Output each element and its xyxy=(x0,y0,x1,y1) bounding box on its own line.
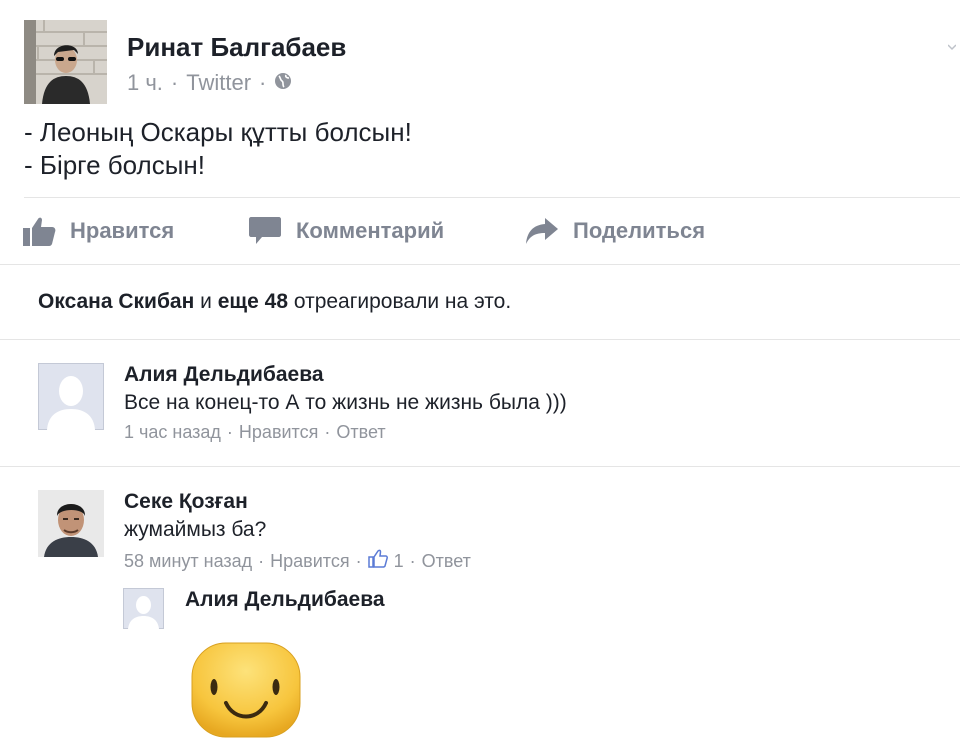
post-text: - Леоның Оскары құтты болсын! - Бірге бо… xyxy=(24,116,412,182)
meta-separator: · xyxy=(409,550,416,571)
comment-text: жумаймыз ба? xyxy=(124,518,267,541)
comment-reply-link[interactable]: Ответ xyxy=(422,551,471,572)
smiley-sticker[interactable] xyxy=(188,641,304,741)
comment-button[interactable]: Комментарий xyxy=(248,205,444,257)
thumbs-up-icon[interactable] xyxy=(367,549,388,573)
comment-like-link[interactable]: Нравится xyxy=(270,551,349,572)
comment-time[interactable]: 1 час назад xyxy=(124,422,221,443)
action-bar: Нравится Комментарий Поделиться xyxy=(22,205,922,257)
comment: Алия Дельдибаева Все на конец-то А то жи… xyxy=(38,363,938,453)
comment-like-link[interactable]: Нравится xyxy=(239,422,318,443)
commenter-avatar[interactable] xyxy=(38,490,104,557)
divider xyxy=(0,264,960,265)
comment-time[interactable]: 58 минут назад xyxy=(124,551,252,572)
meta-separator: · xyxy=(170,70,179,95)
post-meta: 1 ч. · Twitter · xyxy=(127,70,292,96)
comment: Секе Қозған жумаймыз ба? 58 минут назад … xyxy=(38,490,938,580)
comment-author[interactable]: Секе Қозған xyxy=(124,490,248,514)
default-avatar[interactable] xyxy=(38,363,104,430)
default-avatar[interactable] xyxy=(123,588,164,629)
comment-author[interactable]: Алия Дельдибаева xyxy=(124,363,324,387)
post-source[interactable]: Twitter xyxy=(186,70,251,96)
post-line: - Леоның Оскары құтты болсын! xyxy=(24,117,412,147)
author-avatar[interactable] xyxy=(24,20,107,104)
like-button[interactable]: Нравится xyxy=(22,205,174,257)
reply-author[interactable]: Алия Дельдибаева xyxy=(185,588,385,612)
meta-separator: · xyxy=(258,550,265,571)
meta-separator: · xyxy=(226,422,233,442)
reactions-more[interactable]: еще 48 xyxy=(218,290,288,313)
post-line: - Бірге болсын! xyxy=(24,150,205,180)
share-label: Поделиться xyxy=(573,218,706,243)
comment-reply-link[interactable]: Ответ xyxy=(336,422,385,443)
comment-like-count: 1 xyxy=(393,550,404,571)
comment-label: Комментарий xyxy=(296,218,445,243)
post-header: Ринат Балгабаев 1 ч. · Twitter · xyxy=(24,20,957,106)
comment-meta: 1 час назад · Нравится · Ответ xyxy=(124,422,386,443)
like-label: Нравится xyxy=(70,218,175,243)
comment-text: Все на конец-то А то жизнь не жизнь была… xyxy=(124,391,567,414)
reactions-suffix: отреагировали на это. xyxy=(293,290,512,313)
comment-icon xyxy=(248,215,282,247)
meta-separator: · xyxy=(355,550,362,571)
comment-meta: 58 минут назад · Нравится · 1 · Ответ xyxy=(124,549,471,573)
globe-icon xyxy=(274,70,292,96)
post-time[interactable]: 1 ч. xyxy=(127,70,163,96)
share-button[interactable]: Поделиться xyxy=(525,205,705,257)
reactions-summary[interactable]: Оксана Скибан и еще 48 отреагировали на … xyxy=(38,290,511,314)
reactions-and: и xyxy=(200,290,212,313)
share-arrow-icon xyxy=(525,217,559,245)
chevron-down-icon[interactable] xyxy=(947,38,957,56)
thumbs-up-icon xyxy=(22,215,56,247)
reactor-name[interactable]: Оксана Скибан xyxy=(38,290,194,313)
meta-separator: · xyxy=(259,70,267,95)
divider xyxy=(24,197,960,198)
divider xyxy=(0,466,960,467)
divider xyxy=(0,339,960,340)
meta-separator: · xyxy=(324,422,331,442)
author-name[interactable]: Ринат Балгабаев xyxy=(127,32,346,63)
